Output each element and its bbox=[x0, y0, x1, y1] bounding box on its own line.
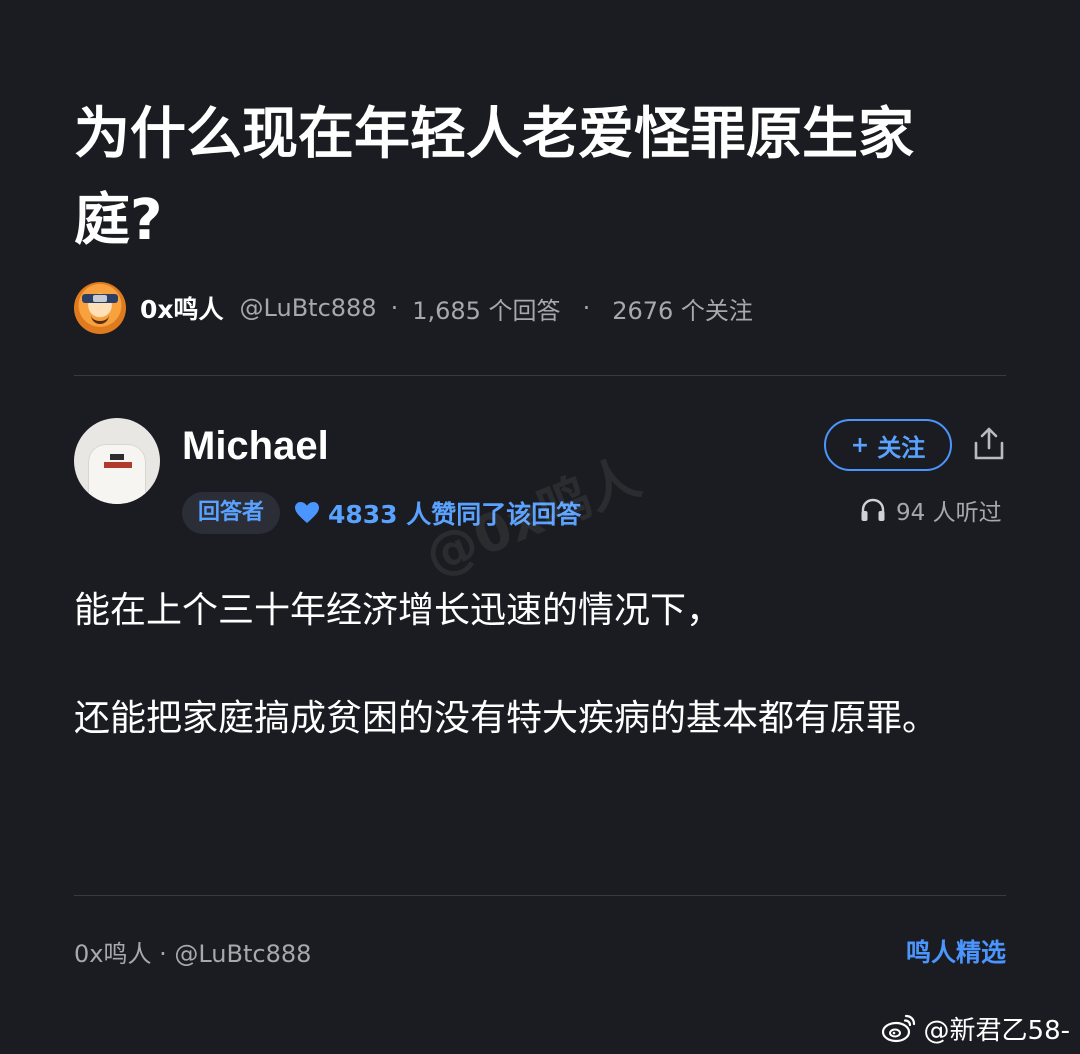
divider bbox=[74, 895, 1006, 896]
question-title: 为什么现在年轻人老爱怪罪原生家庭? bbox=[74, 102, 914, 253]
follows-count[interactable]: 2676 个关注 bbox=[612, 291, 753, 326]
answers-count[interactable]: 1,685 个回答 bbox=[412, 291, 560, 326]
plus-icon: + bbox=[850, 432, 870, 458]
weibo-icon bbox=[881, 1014, 915, 1043]
share-icon[interactable] bbox=[972, 426, 1006, 462]
heart-icon bbox=[295, 502, 319, 523]
follow-label: 关注 bbox=[877, 433, 926, 462]
footer-source: 0x鸣人 · @LuBtc888 bbox=[74, 940, 312, 968]
answer-paragraph: 能在上个三十年经济增长迅速的情况下， bbox=[74, 590, 723, 631]
listen-count: 94 人听过 bbox=[860, 494, 1002, 526]
asker-row: 0x鸣人 @LuBtc888 · 1,685 个回答 · 2676 个关注 bbox=[74, 282, 753, 334]
footer-brand[interactable]: 鸣人精选 bbox=[906, 933, 1006, 969]
listen-text: 94 人听过 bbox=[896, 500, 1002, 526]
follow-button[interactable]: + 关注 bbox=[824, 419, 952, 471]
post-screenshot: 为什么现在年轻人老爱怪罪原生家庭? 0x鸣人 @LuBtc888 · 1,685… bbox=[0, 0, 1080, 1054]
divider bbox=[74, 375, 1006, 376]
watermark: @0x鸣人 bbox=[416, 447, 649, 588]
separator-dot: · bbox=[582, 294, 591, 322]
weibo-watermark: @新君乙58- bbox=[880, 1008, 1070, 1048]
asker-handle: @LuBtc888 bbox=[239, 294, 377, 322]
answer-paragraph: 还能把家庭搞成贫困的没有特大疾病的基本都有原罪。 bbox=[74, 698, 939, 739]
headphones-icon bbox=[861, 498, 885, 521]
asker-name[interactable]: 0x鸣人 bbox=[140, 290, 224, 326]
weibo-tag-text: @新君乙58- bbox=[923, 1015, 1070, 1046]
answer-body: 能在上个三十年经济增长迅速的情况下， 还能把家庭搞成贫困的没有特大疾病的基本都有… bbox=[74, 584, 1014, 800]
separator-dot: · bbox=[390, 294, 399, 322]
naruto-avatar-icon[interactable] bbox=[74, 282, 126, 334]
author-avatar[interactable] bbox=[74, 418, 160, 504]
author-name[interactable]: Michael bbox=[182, 424, 329, 469]
role-badge: 回答者 bbox=[182, 492, 281, 534]
